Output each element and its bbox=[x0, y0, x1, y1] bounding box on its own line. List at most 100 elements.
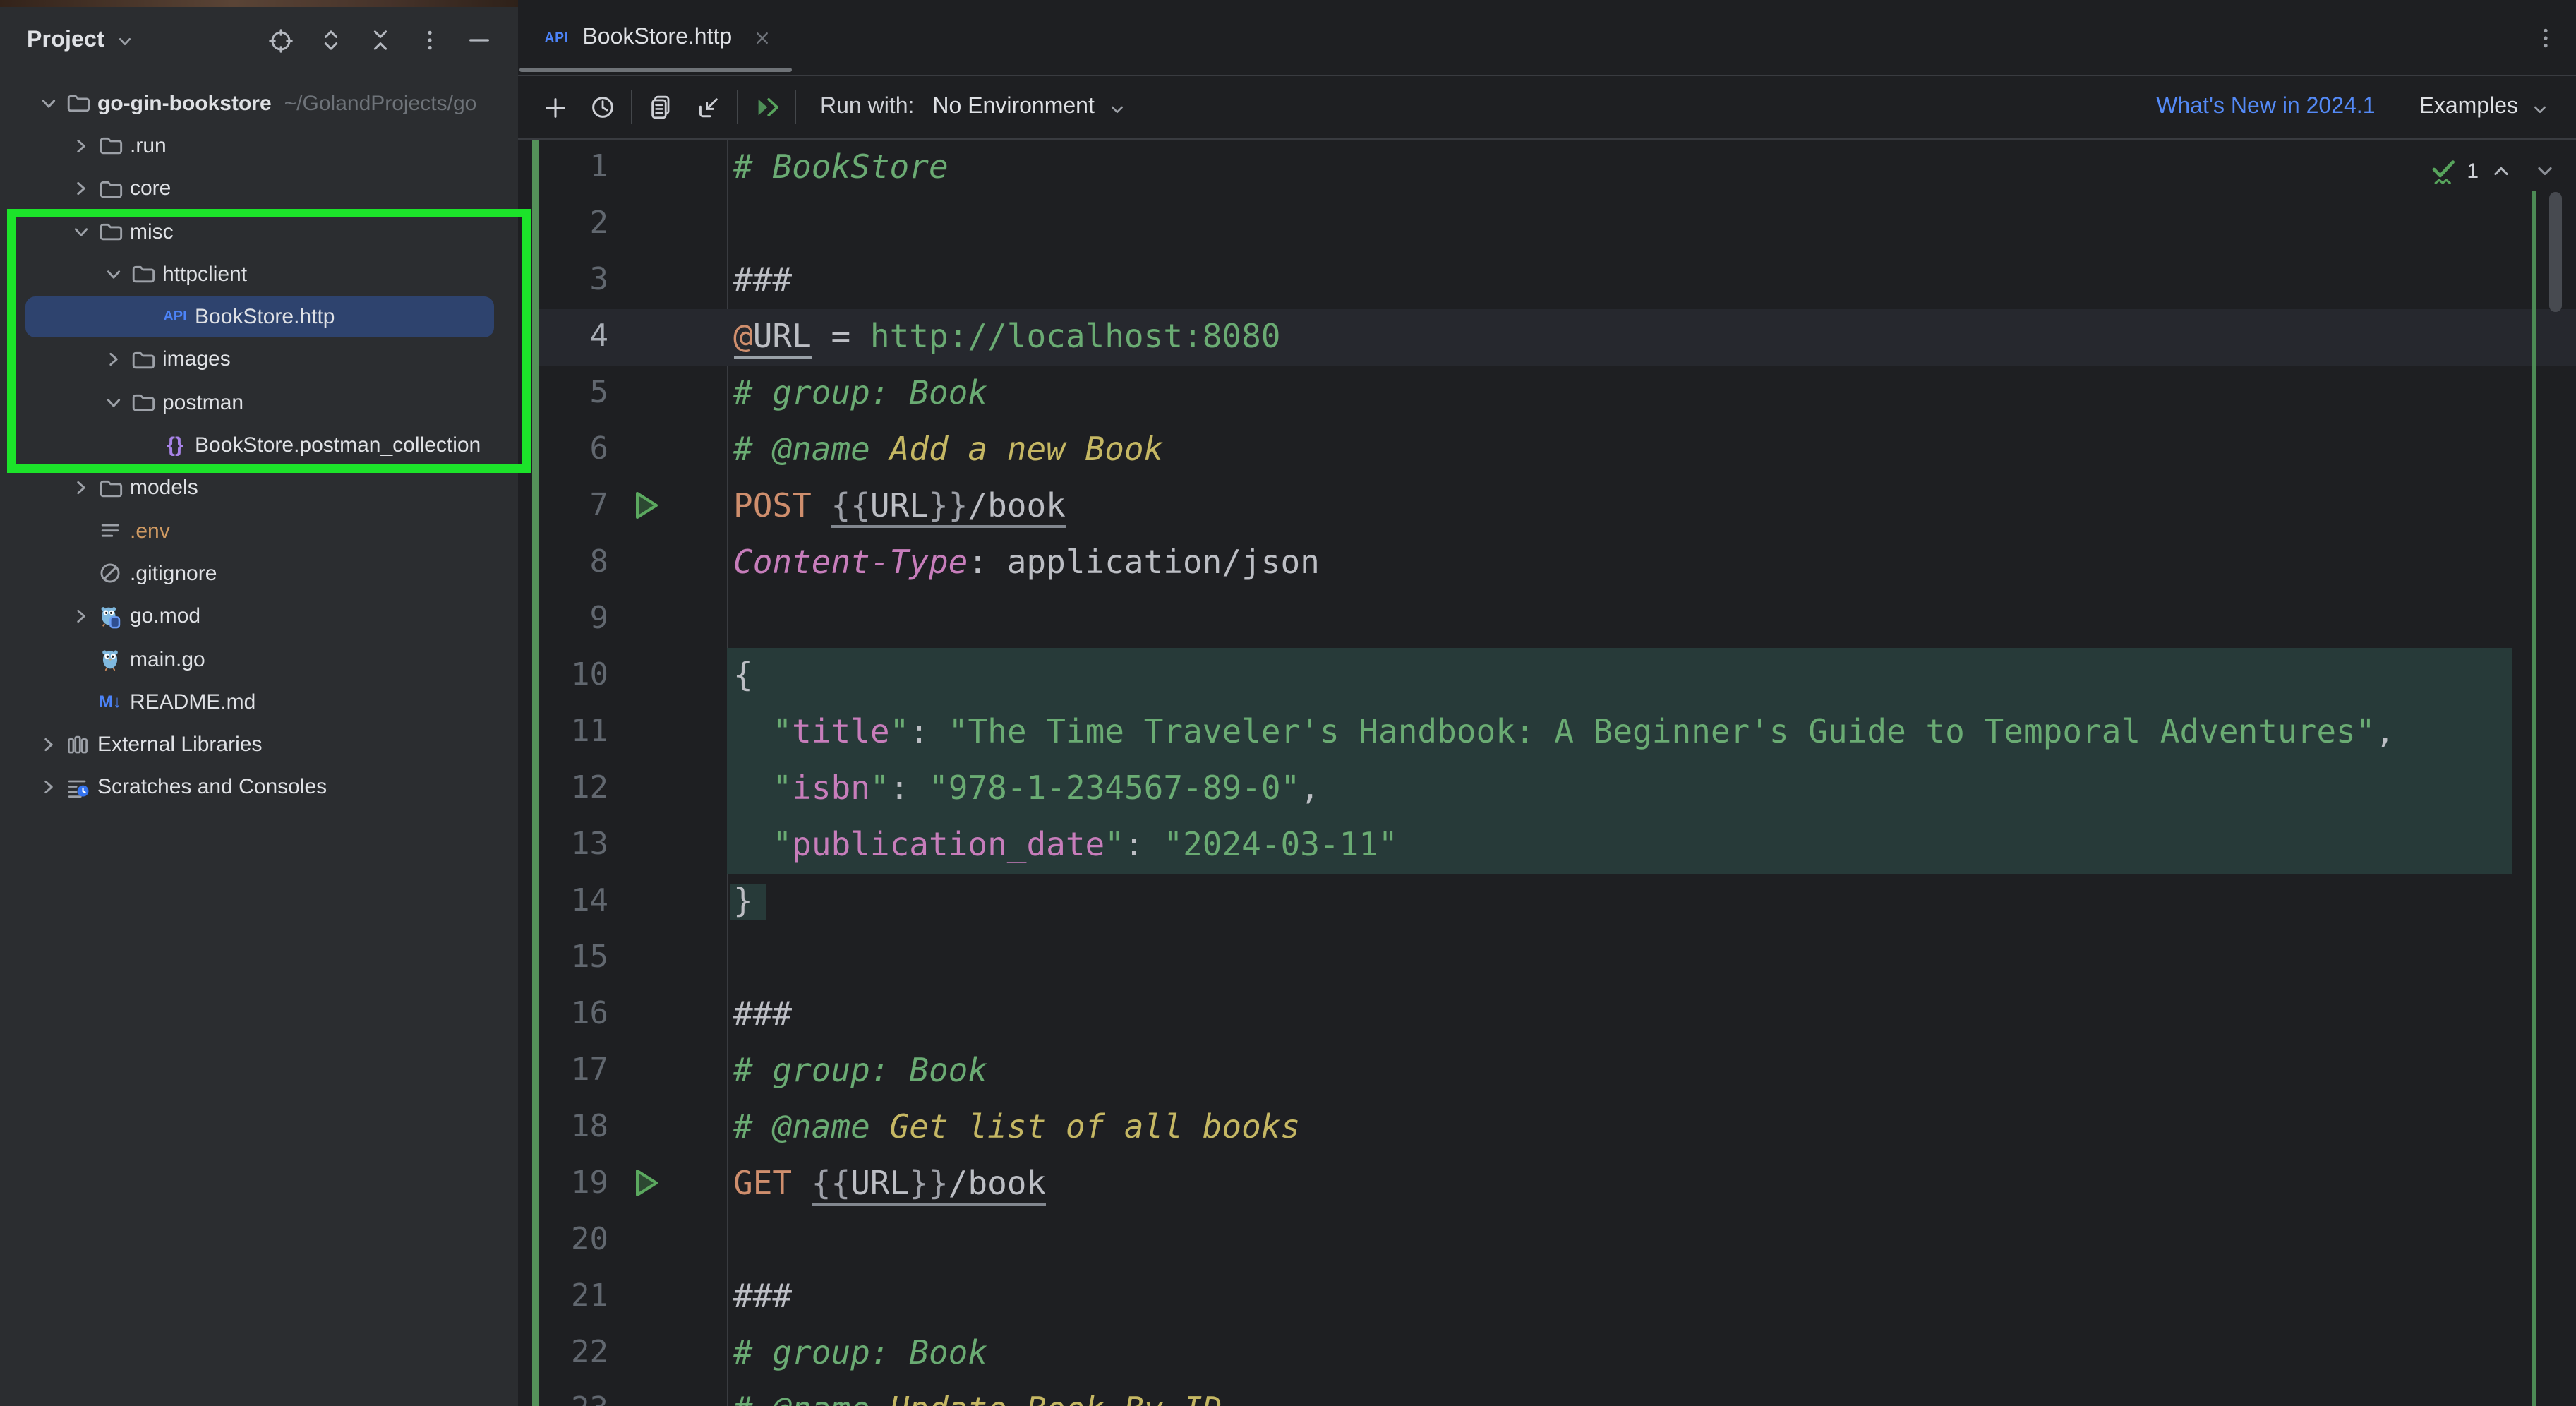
line-number: 11 bbox=[518, 704, 608, 761]
line-number: 13 bbox=[518, 817, 608, 874]
code-text: "isbn": "978-1-234567-89-0", bbox=[733, 761, 2576, 817]
folder-icon bbox=[128, 346, 157, 374]
code-line-8: 8Content-Type: application/json bbox=[518, 535, 2576, 591]
tree-chevron-icon[interactable] bbox=[34, 731, 64, 759]
tree-item-images[interactable]: images bbox=[0, 339, 518, 382]
tree-item-label: Scratches and Consoles bbox=[97, 776, 327, 800]
tree-item-models[interactable]: models bbox=[0, 467, 518, 510]
tree-chevron-icon[interactable] bbox=[99, 346, 128, 374]
code-line-20: 20 bbox=[518, 1213, 2576, 1269]
tree-item--gitignore[interactable]: .gitignore bbox=[0, 553, 518, 596]
tree-chevron-icon bbox=[66, 560, 96, 588]
environment-select[interactable]: No Environment bbox=[932, 95, 1128, 120]
next-highlight-icon[interactable] bbox=[2532, 158, 2558, 184]
tree-chevron-icon[interactable] bbox=[34, 774, 64, 802]
code-line-13: 13 "publication_date": "2024-03-11" bbox=[518, 817, 2576, 874]
code-line-2: 2 bbox=[518, 196, 2576, 253]
tree-item-go-gin-bookstore[interactable]: go-gin-bookstore ~/GolandProjects/go bbox=[0, 82, 518, 125]
code-line-14: 14} bbox=[518, 874, 2576, 930]
tree-chevron-icon[interactable] bbox=[99, 260, 128, 289]
editor-tab-bar: API BookStore.http bbox=[518, 0, 2576, 76]
tree-chevron-icon[interactable] bbox=[99, 388, 128, 416]
code-text: } bbox=[733, 874, 2576, 930]
tree-item-label: postman bbox=[162, 390, 243, 414]
project-panel-header: Project bbox=[0, 7, 518, 73]
locate-opened-file-button[interactable] bbox=[267, 26, 295, 54]
copy-request-button[interactable] bbox=[637, 85, 685, 130]
hide-panel-button[interactable] bbox=[464, 26, 493, 54]
tree-chevron-icon[interactable] bbox=[66, 602, 96, 630]
code-text: GET {{URL}}/book bbox=[733, 1156, 2576, 1213]
code-line-9: 9 bbox=[518, 591, 2576, 648]
tree-item-postman[interactable]: postman bbox=[0, 381, 518, 424]
scrollbar-thumb[interactable] bbox=[2549, 192, 2562, 312]
line-number: 8 bbox=[518, 535, 608, 591]
desktop-wallpaper-strip bbox=[0, 0, 518, 7]
code-text: # @name Get list of all books bbox=[733, 1100, 2576, 1156]
library-icon bbox=[64, 731, 92, 759]
folder-icon bbox=[64, 89, 92, 117]
tree-chevron-icon[interactable] bbox=[66, 217, 96, 246]
inspections-widget[interactable]: 1 bbox=[2428, 154, 2558, 188]
whats-new-link[interactable]: What's New in 2024.1 bbox=[2156, 95, 2375, 120]
convert-import-button[interactable] bbox=[685, 85, 733, 130]
request-history-button[interactable] bbox=[579, 85, 627, 130]
tree-item-path: ~/GolandProjects/go bbox=[284, 91, 477, 115]
line-number: 20 bbox=[518, 1213, 608, 1269]
tab-bookstore-http[interactable]: API BookStore.http bbox=[518, 0, 793, 75]
toolbar-separator bbox=[795, 90, 796, 124]
tab-bar-options-kebab-icon[interactable] bbox=[2532, 24, 2559, 51]
tree-chevron-icon bbox=[131, 303, 161, 331]
project-panel-title[interactable]: Project bbox=[27, 28, 104, 53]
tree-chevron-icon[interactable] bbox=[66, 132, 96, 160]
collapse-all-button[interactable] bbox=[366, 26, 394, 54]
json-braces-icon: {} bbox=[161, 431, 189, 459]
tree-item-label: misc bbox=[130, 220, 174, 244]
folder-icon bbox=[96, 217, 124, 246]
tree-item-label: images bbox=[162, 348, 231, 372]
examples-dropdown[interactable]: Examples bbox=[2419, 95, 2551, 120]
tab-close-icon[interactable] bbox=[750, 26, 773, 49]
tree-item-label: .env bbox=[130, 519, 170, 543]
tree-item-external-libraries[interactable]: External Libraries bbox=[0, 723, 518, 767]
environment-chevron-icon bbox=[1107, 98, 1128, 119]
tree-item-label: models bbox=[130, 476, 198, 500]
panel-options-kebab-button[interactable] bbox=[415, 26, 443, 54]
toolbar-separator bbox=[737, 90, 738, 124]
tree-chevron-icon[interactable] bbox=[34, 89, 64, 117]
tree-chevron-icon[interactable] bbox=[66, 474, 96, 503]
http-client-toolbar: Run with: No Environment What's New in 2… bbox=[518, 76, 2576, 140]
expand-all-button[interactable] bbox=[316, 26, 344, 54]
tree-item-bookstore-postman-collection[interactable]: {} BookStore.postman_collection bbox=[0, 424, 518, 467]
code-line-19: 19GET {{URL}}/book bbox=[518, 1156, 2576, 1213]
tree-item-scratches-and-consoles[interactable]: Scratches and Consoles bbox=[0, 767, 518, 810]
tree-item-httpclient[interactable]: httpclient bbox=[0, 253, 518, 296]
tree-item-label: BookStore.postman_collection bbox=[195, 433, 481, 457]
tree-item-readme-md[interactable]: M↓ README.md bbox=[0, 680, 518, 723]
tree-item--env[interactable]: .env bbox=[0, 510, 518, 553]
tree-item-core[interactable]: core bbox=[0, 167, 518, 210]
gopher-icon bbox=[96, 645, 124, 673]
tree-item-label: README.md bbox=[130, 690, 255, 714]
run-request-button[interactable] bbox=[634, 490, 661, 521]
gomod-icon bbox=[96, 602, 124, 630]
tree-item-misc[interactable]: misc bbox=[0, 210, 518, 253]
tree-item-main-go[interactable]: main.go bbox=[0, 638, 518, 681]
project-title-chevron-icon[interactable] bbox=[114, 31, 136, 52]
tree-item-bookstore-http[interactable]: API BookStore.http bbox=[0, 296, 518, 339]
run-request-button[interactable] bbox=[634, 1167, 661, 1198]
run-all-requests-button[interactable] bbox=[742, 85, 790, 130]
editor-content[interactable]: 1# BookStore23###4@URL = http://localhos… bbox=[518, 140, 2576, 1406]
code-line-15: 15 bbox=[518, 930, 2576, 987]
previous-highlight-icon[interactable] bbox=[2488, 158, 2514, 184]
line-number: 14 bbox=[518, 874, 608, 930]
markdown-icon: M↓ bbox=[96, 688, 124, 716]
folder-icon bbox=[96, 132, 124, 160]
tree-chevron-icon bbox=[66, 517, 96, 545]
tree-item-label: .run bbox=[130, 134, 167, 158]
tree-item-go-mod[interactable]: go.mod bbox=[0, 595, 518, 638]
tree-chevron-icon[interactable] bbox=[66, 174, 96, 203]
add-request-button[interactable] bbox=[531, 85, 579, 130]
folder-icon bbox=[128, 388, 157, 416]
tree-item--run[interactable]: .run bbox=[0, 125, 518, 168]
